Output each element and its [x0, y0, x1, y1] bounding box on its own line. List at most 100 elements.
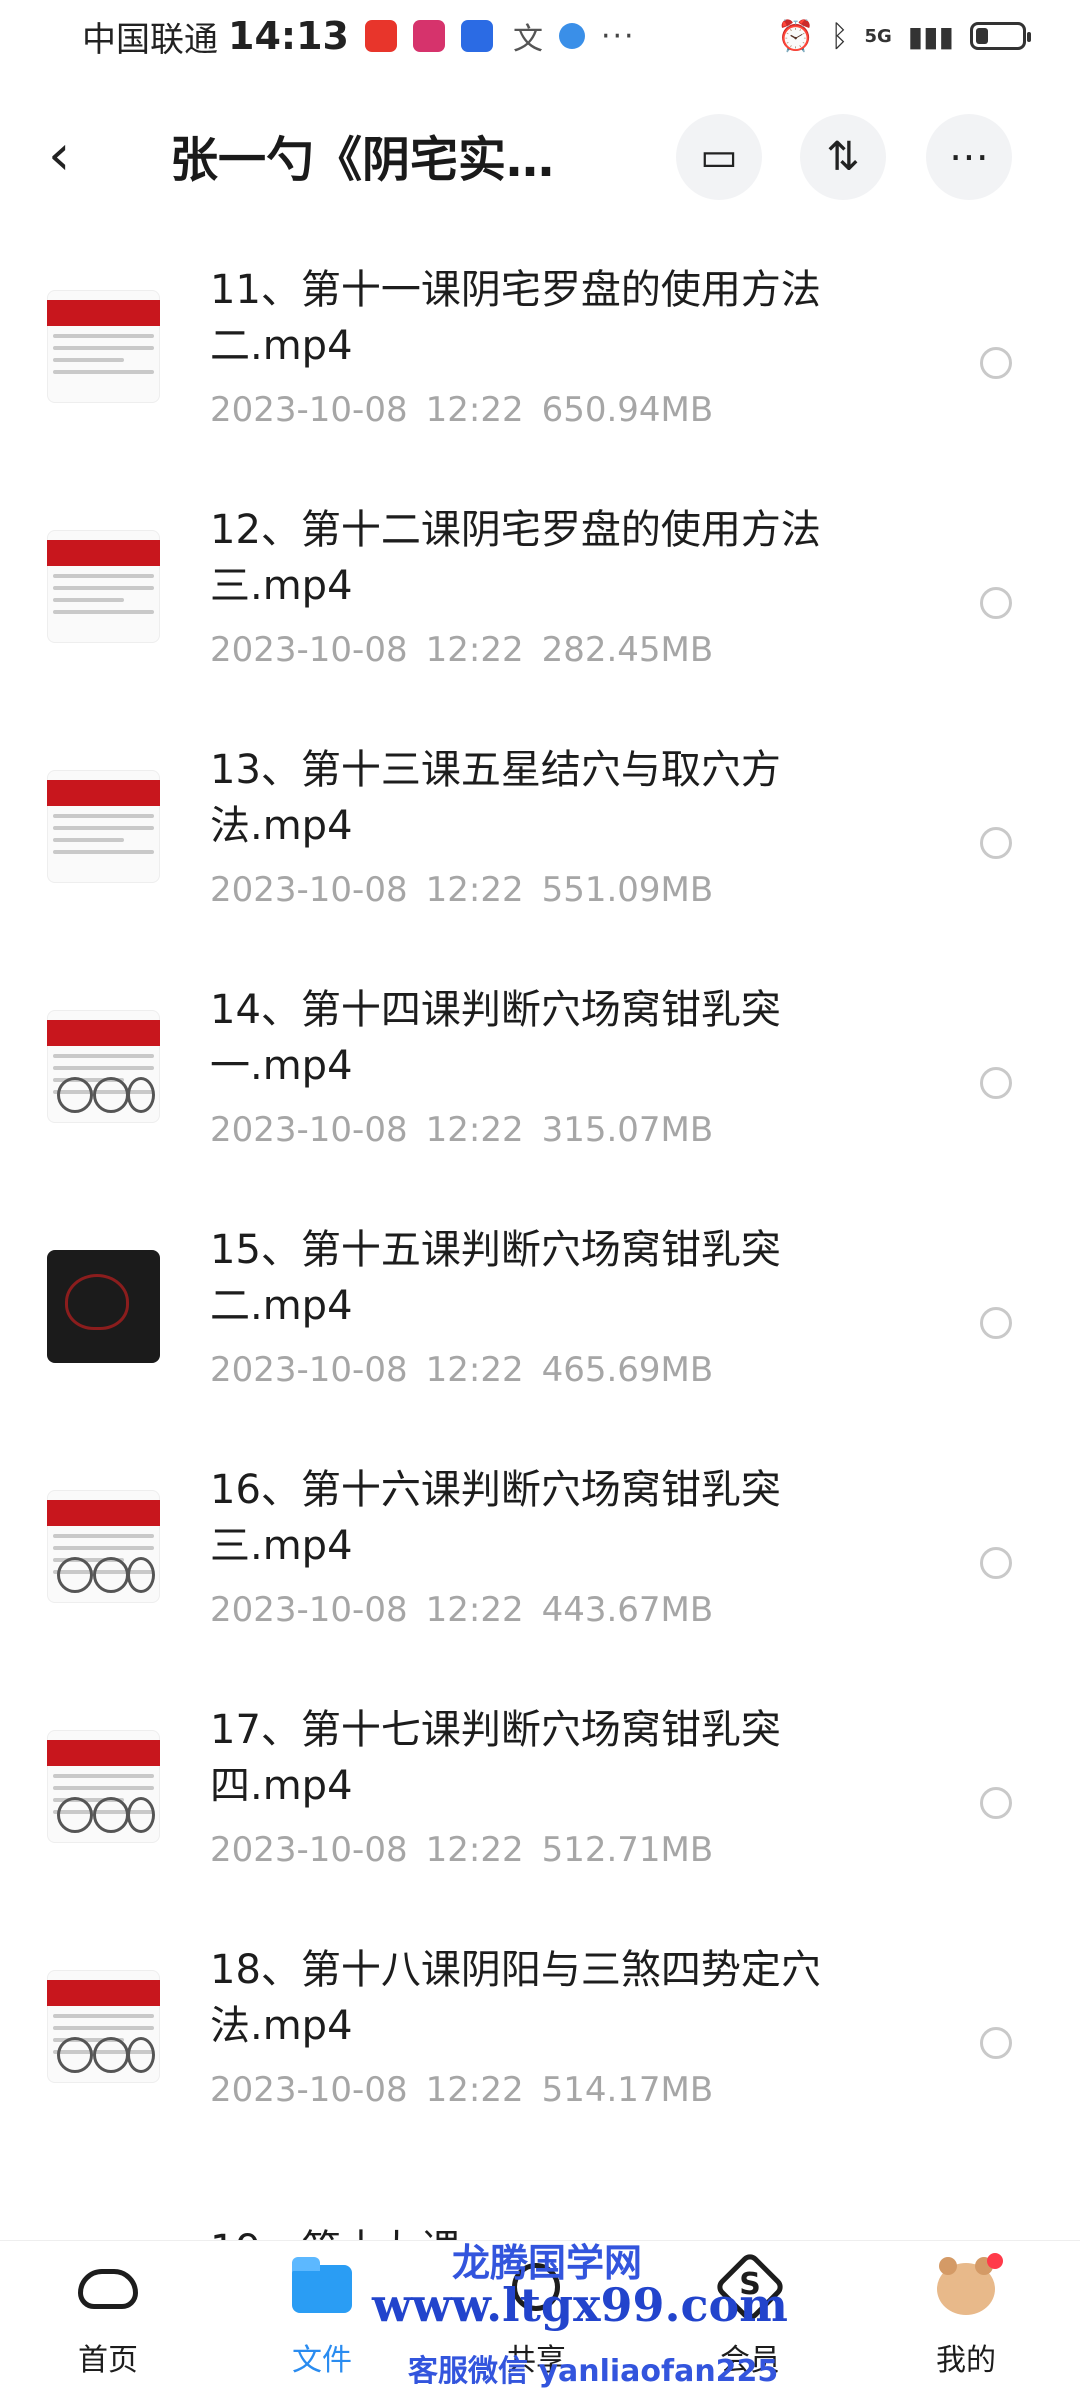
select-checkbox[interactable]	[980, 2027, 1012, 2059]
file-meta: 2023-10-08 12:22 650.94MB	[210, 390, 713, 430]
select-checkbox[interactable]	[980, 1547, 1012, 1579]
file-name: 13、第十三课五星结穴与取穴方法.mp4	[210, 747, 781, 849]
video-thumbnail	[47, 290, 160, 403]
file-date: 2023-10-08	[210, 1350, 408, 1390]
globe-app-icon	[558, 23, 585, 49]
file-row[interactable]: 16、第十六课判断穴场窝钳乳突三.mp4 2023-10-08 12:22 443.6…	[0, 1460, 1080, 1700]
more-icon: ⋯	[949, 134, 989, 180]
network-label: 5G	[864, 25, 892, 47]
file-name: 14、第十四课判断穴场窝钳乳突一.mp4	[210, 987, 781, 1089]
folder-icon	[290, 2255, 354, 2319]
file-row[interactable]: 13、第十三课五星结穴与取穴方法.mp4 2023-10-08 12:22 551.0…	[0, 740, 1080, 980]
file-size: 315.07MB	[541, 1110, 714, 1150]
file-time: 12:22	[425, 1830, 524, 1870]
file-time: 12:22	[425, 1110, 524, 1150]
video-thumbnail	[47, 770, 160, 883]
more-notifications-icon: ···	[600, 18, 636, 54]
nav-home-label: 首页	[78, 2343, 138, 2378]
text-app-icon: 文	[512, 22, 543, 57]
file-name: 11、第十一课阴宅罗盘的使用方法二.mp4	[210, 267, 821, 369]
nav-me-label: 我的	[936, 2343, 996, 2378]
title-bar: ‹ 张一勺《阴宅实用... ▭ ⇅ ⋯	[0, 100, 1080, 210]
file-size: 465.69MB	[541, 1350, 714, 1390]
file-row[interactable]: 12、第十二课阴宅罗盘的使用方法三.mp4 2023-10-08 12:22 282.…	[0, 500, 1080, 740]
file-date: 2023-10-08	[210, 1830, 408, 1870]
file-meta: 2023-10-08 12:22 282.45MB	[210, 630, 713, 670]
sort-icon: ⇅	[826, 134, 860, 180]
nav-me[interactable]: 我的	[886, 2253, 1046, 2379]
file-date: 2023-10-08	[210, 630, 408, 670]
watermark-line-2: www.ltgx99.com	[372, 2278, 788, 2332]
file-name: 18、第十八课阴阳与三煞四势定穴法.mp4	[210, 1947, 821, 2049]
video-thumbnail	[47, 1250, 160, 1363]
select-checkbox[interactable]	[980, 1307, 1012, 1339]
file-date: 2023-10-08	[210, 1110, 408, 1150]
file-size: 443.67MB	[541, 1590, 714, 1630]
file-row[interactable]: 17、第十七课判断穴场窝钳乳突四.mp4 2023-10-08 12:22 512.7…	[0, 1700, 1080, 1940]
status-left: 中国联通 14:13 文 ···	[82, 12, 636, 61]
carrier-label: 中国联通	[82, 19, 218, 60]
file-date: 2023-10-08	[210, 2070, 408, 2110]
back-button[interactable]: ‹	[48, 123, 108, 188]
select-checkbox[interactable]	[980, 347, 1012, 379]
file-time: 12:22	[425, 1350, 524, 1390]
file-size: 514.17MB	[541, 2070, 714, 2110]
avatar-icon	[931, 2253, 1003, 2319]
file-date: 2023-10-08	[210, 390, 408, 430]
file-date: 2023-10-08	[210, 870, 408, 910]
file-meta: 2023-10-08 12:22 551.09MB	[210, 870, 713, 910]
select-checkbox[interactable]	[980, 587, 1012, 619]
signal-icon: ▮▮▮	[907, 19, 954, 53]
file-size: 650.94MB	[541, 390, 714, 430]
folder-title: 张一勺《阴宅实用...	[170, 132, 600, 188]
notification-dot	[987, 2253, 1003, 2269]
file-meta: 2023-10-08 12:22 512.71MB	[210, 1830, 713, 1870]
home-cloud-icon	[76, 2255, 140, 2319]
file-row[interactable]: 11、第十一课阴宅罗盘的使用方法二.mp4 2023-10-08 12:22 650.…	[0, 260, 1080, 500]
file-time: 12:22	[425, 870, 524, 910]
video-thumbnail	[47, 530, 160, 643]
book-app-icon	[412, 20, 445, 52]
archive-icon: ▭	[700, 134, 738, 180]
sort-button[interactable]: ⇅	[800, 114, 886, 200]
file-time: 12:22	[425, 2070, 524, 2110]
video-thumbnail	[47, 1730, 160, 1843]
video-thumbnail	[47, 1490, 160, 1603]
file-size: 282.45MB	[541, 630, 714, 670]
nav-files-label: 文件	[292, 2343, 352, 2378]
select-checkbox[interactable]	[980, 1067, 1012, 1099]
clock: 14:13	[228, 14, 349, 58]
video-thumbnail	[47, 1970, 160, 2083]
alarm-icon: ⏰	[777, 18, 815, 54]
bluetooth-icon: ᛒ	[830, 18, 849, 54]
file-row[interactable]: 18、第十八课阴阳与三煞四势定穴法.mp4 2023-10-08 12:22 514.…	[0, 1940, 1080, 2180]
file-meta: 2023-10-08 12:22 514.17MB	[210, 2070, 713, 2110]
nav-home[interactable]: 首页	[28, 2255, 188, 2379]
battery-icon	[970, 22, 1031, 50]
file-time: 12:22	[425, 630, 524, 670]
archive-button[interactable]: ▭	[676, 114, 762, 200]
status-bar: 中国联通 14:13 文 ··· ⏰ ᛒ 5G ▮▮▮	[0, 0, 1080, 72]
file-size: 551.09MB	[541, 870, 714, 910]
file-name: 12、第十二课阴宅罗盘的使用方法三.mp4	[210, 507, 821, 609]
file-meta: 2023-10-08 12:22 465.69MB	[210, 1350, 713, 1390]
file-name: 17、第十七课判断穴场窝钳乳突四.mp4	[210, 1707, 781, 1809]
video-thumbnail	[47, 1010, 160, 1123]
file-meta: 2023-10-08 12:22 315.07MB	[210, 1110, 713, 1150]
file-name: 15、第十五课判断穴场窝钳乳突二.mp4	[210, 1227, 781, 1329]
file-date: 2023-10-08	[210, 1590, 408, 1630]
status-right: ⏰ ᛒ 5G ▮▮▮	[777, 18, 1031, 54]
file-row[interactable]: 14、第十四课判断穴场窝钳乳突一.mp4 2023-10-08 12:22 315.0…	[0, 980, 1080, 1220]
red-envelope-icon	[364, 20, 397, 52]
watermark-line-3: 客服微信 yanliaofan225	[408, 2354, 779, 2389]
file-meta: 2023-10-08 12:22 443.67MB	[210, 1590, 713, 1630]
file-time: 12:22	[425, 390, 524, 430]
file-size: 512.71MB	[541, 1830, 714, 1870]
file-row[interactable]: 15、第十五课判断穴场窝钳乳突二.mp4 2023-10-08 12:22 465.6…	[0, 1220, 1080, 1460]
select-checkbox[interactable]	[980, 1787, 1012, 1819]
select-checkbox[interactable]	[980, 827, 1012, 859]
more-button[interactable]: ⋯	[926, 114, 1012, 200]
shield-app-icon	[460, 20, 493, 52]
file-time: 12:22	[425, 1590, 524, 1630]
file-name: 16、第十六课判断穴场窝钳乳突三.mp4	[210, 1467, 781, 1569]
